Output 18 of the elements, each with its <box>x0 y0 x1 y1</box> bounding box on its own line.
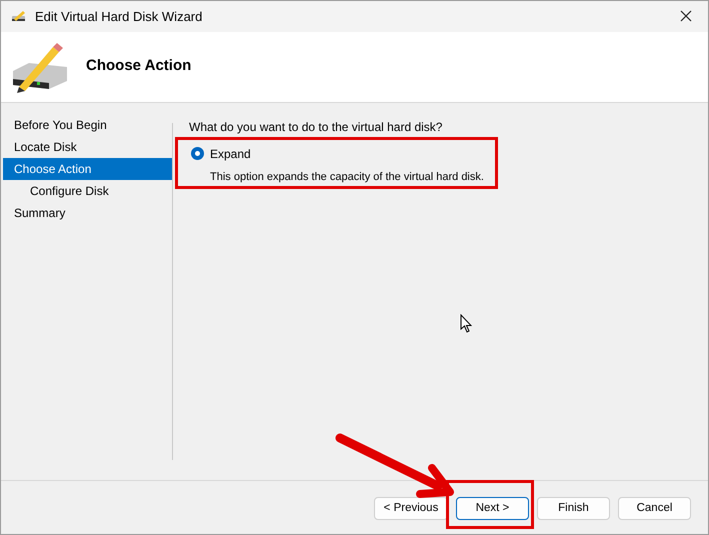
disk-pencil-icon <box>11 9 27 24</box>
option-label[interactable]: Expand <box>210 144 251 163</box>
close-icon <box>680 10 692 22</box>
step-item[interactable]: Choose Action <box>3 158 172 180</box>
page-title: Choose Action <box>86 56 192 76</box>
cursor-icon <box>460 314 472 333</box>
wizard-button[interactable]: Next > <box>456 496 529 520</box>
question-label: What do you want to do to the virtual hard disk? <box>189 118 444 136</box>
wizard-button[interactable]: Finish <box>537 496 610 520</box>
wizard-button[interactable]: Cancel <box>618 496 691 520</box>
radio-button[interactable] <box>191 147 204 160</box>
step-item[interactable]: Before You Begin <box>3 114 172 136</box>
step-item[interactable]: Locate Disk <box>3 136 172 158</box>
option-description: This option expands the capacity of the virtual hard disk. <box>209 170 485 185</box>
wizard-button[interactable]: < Previous <box>374 496 448 520</box>
window-title: Edit Virtual Hard Disk Wizard <box>35 8 204 26</box>
step-item[interactable]: Configure Disk <box>3 180 172 202</box>
step-item[interactable]: Summary <box>3 202 172 224</box>
